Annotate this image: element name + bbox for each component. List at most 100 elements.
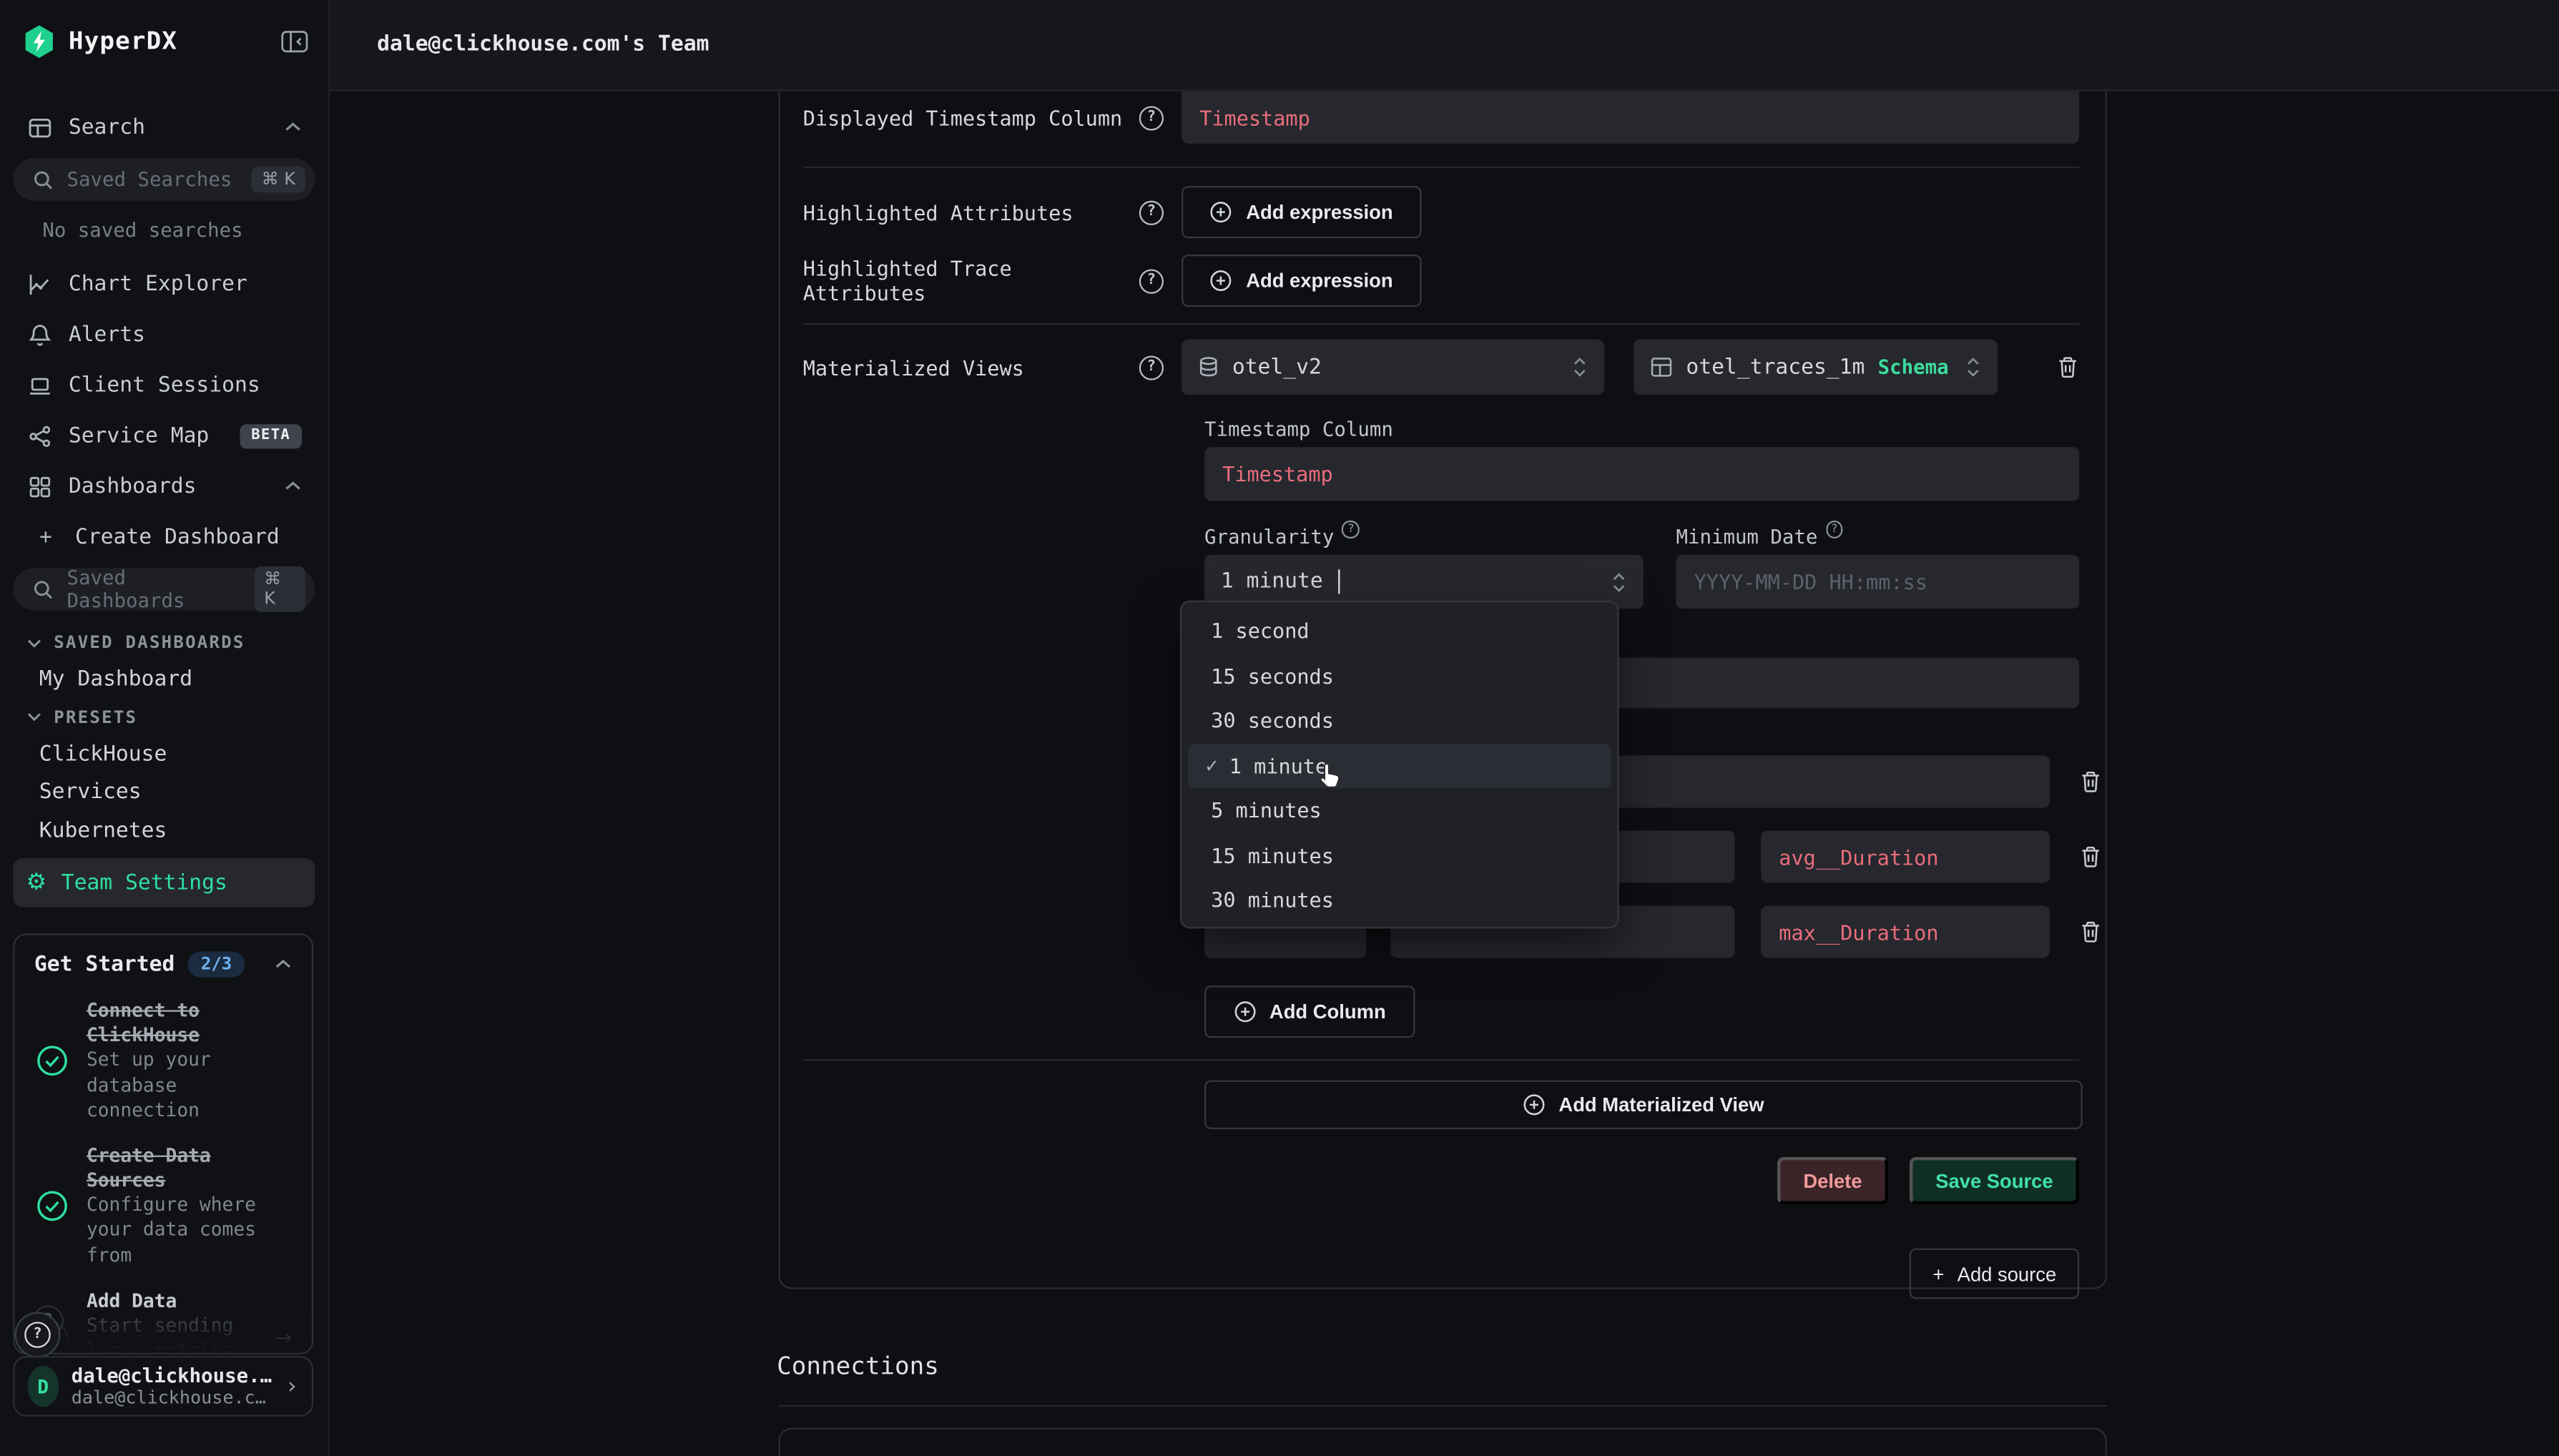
- chevron-up-icon[interactable]: [274, 958, 292, 970]
- delete-column-icon[interactable]: [2079, 769, 2102, 795]
- column-expression-input[interactable]: avg__Duration: [1761, 830, 2050, 882]
- step-title: Create Data Sources: [87, 1143, 211, 1191]
- field-label: Materialized Views: [803, 355, 1139, 379]
- app-title: HyperDX: [69, 26, 177, 56]
- hyperdx-logo-icon: [23, 24, 56, 58]
- gear-icon: ⚙: [26, 872, 47, 895]
- dropdown-option[interactable]: 5 minutes: [1188, 788, 1611, 833]
- plus-circle-icon: [1523, 1093, 1546, 1116]
- add-source-button[interactable]: + Add source: [1910, 1249, 2079, 1299]
- add-expression-button[interactable]: Add expression: [1182, 255, 1421, 307]
- logo-row: HyperDX: [0, 0, 328, 82]
- user-email: dale@clickhouse.c…: [72, 1387, 272, 1409]
- sidebar-item-team-settings[interactable]: ⚙ Team Settings: [13, 858, 315, 907]
- content-area: Displayed Timestamp Column ? Timestamp H…: [330, 92, 2559, 1456]
- delete-button[interactable]: Delete: [1777, 1157, 1888, 1204]
- get-started-step-3[interactable]: 3 Add Data Start sending logs, metrics, …: [34, 1289, 293, 1354]
- saved-dashboards-input[interactable]: Saved Dashboards ⌘ K: [13, 568, 315, 610]
- minimum-date-input[interactable]: YYYY-MM-DD HH:mm:ss: [1676, 555, 2080, 609]
- delete-view-icon[interactable]: [2056, 354, 2079, 380]
- bell-icon: [26, 323, 53, 347]
- sidebar-item-search[interactable]: Search: [13, 104, 315, 150]
- divider: [803, 1059, 2079, 1061]
- info-icon[interactable]: ?: [1342, 521, 1360, 538]
- chevron-up-icon[interactable]: [284, 480, 302, 493]
- field-label: Displayed Timestamp Column: [803, 105, 1139, 129]
- chevron-down-icon: [26, 637, 43, 649]
- dropdown-option[interactable]: 30 seconds: [1188, 699, 1611, 744]
- get-started-title: Get Started: [34, 952, 175, 976]
- displayed-timestamp-input[interactable]: Timestamp: [1182, 92, 2079, 144]
- timestamp-column-input[interactable]: Timestamp: [1204, 447, 2079, 501]
- displayed-timestamp-row: Displayed Timestamp Column ? Timestamp: [780, 92, 2106, 144]
- sidebar-item-my-dashboard[interactable]: My Dashboard: [13, 661, 315, 699]
- sidebar-item-kubernetes[interactable]: Kubernetes: [13, 812, 315, 850]
- service-map-icon: [26, 423, 53, 448]
- saved-dashboards-placeholder: Saved Dashboards: [67, 566, 242, 612]
- laptop-icon: [26, 373, 53, 397]
- schema-link[interactable]: Schema: [1878, 355, 1949, 378]
- dropdown-option[interactable]: 15 seconds: [1188, 654, 1611, 699]
- sidebar-item-service-map[interactable]: Service Map BETA: [13, 413, 315, 458]
- sidebar-item-services[interactable]: Services: [13, 774, 315, 812]
- delete-column-icon[interactable]: [2079, 919, 2102, 945]
- cmd-k-shortcut: ⌘ K: [255, 566, 305, 612]
- main-area: dale@clickhouse.com's Team Displayed Tim…: [330, 0, 2559, 1455]
- delete-column-icon[interactable]: [2079, 844, 2102, 870]
- granularity-label: Granularity ?: [1204, 526, 1644, 549]
- chevron-up-icon[interactable]: [284, 121, 302, 134]
- search-section-icon: [26, 115, 53, 139]
- add-materialized-view-button[interactable]: Add Materialized View: [1204, 1081, 2083, 1129]
- database-select[interactable]: otel_v2: [1182, 340, 1604, 395]
- help-icon[interactable]: ?: [1139, 355, 1164, 379]
- search-icon: [33, 579, 54, 600]
- dropdown-option[interactable]: 30 minutes: [1188, 878, 1611, 923]
- dropdown-option[interactable]: 1 second: [1188, 609, 1611, 654]
- presets-section-header[interactable]: PRESETS: [13, 699, 315, 735]
- chevron-down-icon: [26, 712, 43, 723]
- save-source-button[interactable]: Save Source: [1910, 1157, 2079, 1204]
- plus-circle-icon: [1210, 201, 1233, 224]
- sidebar-item-label: Chart Explorer: [69, 272, 247, 296]
- create-dashboard-button[interactable]: + Create Dashboard: [13, 514, 315, 560]
- sidebar-item-chart-explorer[interactable]: Chart Explorer: [13, 261, 315, 307]
- granularity-dropdown: 1 second 15 seconds 30 seconds ✓ 1 minut…: [1180, 601, 1619, 929]
- dropdown-option-selected[interactable]: ✓ 1 minute: [1188, 743, 1611, 788]
- sidebar-item-dashboards[interactable]: Dashboards: [13, 463, 315, 509]
- table-select[interactable]: otel_traces_1m Schema: [1634, 340, 1998, 395]
- select-chevrons-icon: [1572, 355, 1588, 378]
- saved-dashboards-section-header[interactable]: SAVED DASHBOARDS: [13, 625, 315, 661]
- sidebar-item-label: Client Sessions: [69, 373, 260, 397]
- help-button[interactable]: ?: [15, 1312, 61, 1358]
- saved-searches-placeholder: Saved Searches: [67, 168, 232, 191]
- step-title: Connect to ClickHouse: [87, 999, 200, 1047]
- app: HyperDX Search Saved Searches ⌘ K: [0, 0, 2559, 1455]
- add-source-row: + Add source: [780, 1249, 2106, 1299]
- help-icon[interactable]: ?: [1139, 105, 1164, 129]
- add-column-button[interactable]: Add Column: [1204, 985, 1415, 1038]
- column-expression-input[interactable]: max__Duration: [1761, 905, 2050, 958]
- help-icon[interactable]: ?: [1139, 268, 1164, 292]
- sidebar-item-alerts[interactable]: Alerts: [13, 312, 315, 358]
- granularity-mindate-labels: Granularity ? Minimum Date ?: [1204, 526, 2079, 549]
- user-name: dale@clickhouse.…: [72, 1364, 272, 1387]
- field-label: Highlighted Attributes: [803, 200, 1139, 225]
- chart-explorer-icon: [26, 272, 53, 296]
- form-actions: Delete Save Source: [780, 1157, 2106, 1204]
- no-saved-searches-text: No saved searches: [13, 215, 315, 261]
- add-expression-button[interactable]: Add expression: [1182, 186, 1421, 238]
- sidebar-item-clickhouse[interactable]: ClickHouse: [13, 735, 315, 774]
- collapse-sidebar-icon[interactable]: [280, 29, 308, 53]
- dropdown-option[interactable]: 15 minutes: [1188, 833, 1611, 878]
- saved-searches-input[interactable]: Saved Searches ⌘ K: [13, 158, 315, 200]
- database-icon: [1198, 355, 1219, 378]
- connections-card: [778, 1428, 2106, 1456]
- info-icon[interactable]: ?: [1826, 521, 1843, 538]
- sidebar-item-client-sessions[interactable]: Client Sessions: [13, 363, 315, 408]
- user-menu[interactable]: D dale@clickhouse.… dale@clickhouse.c… ›: [13, 1356, 313, 1416]
- divider: [803, 323, 2079, 325]
- get-started-step-2[interactable]: Create Data Sources Configure where your…: [34, 1143, 293, 1267]
- help-icon[interactable]: ?: [1139, 200, 1164, 225]
- progress-badge: 2/3: [188, 951, 245, 978]
- get-started-step-1[interactable]: Connect to ClickHouse Set up your databa…: [34, 999, 293, 1123]
